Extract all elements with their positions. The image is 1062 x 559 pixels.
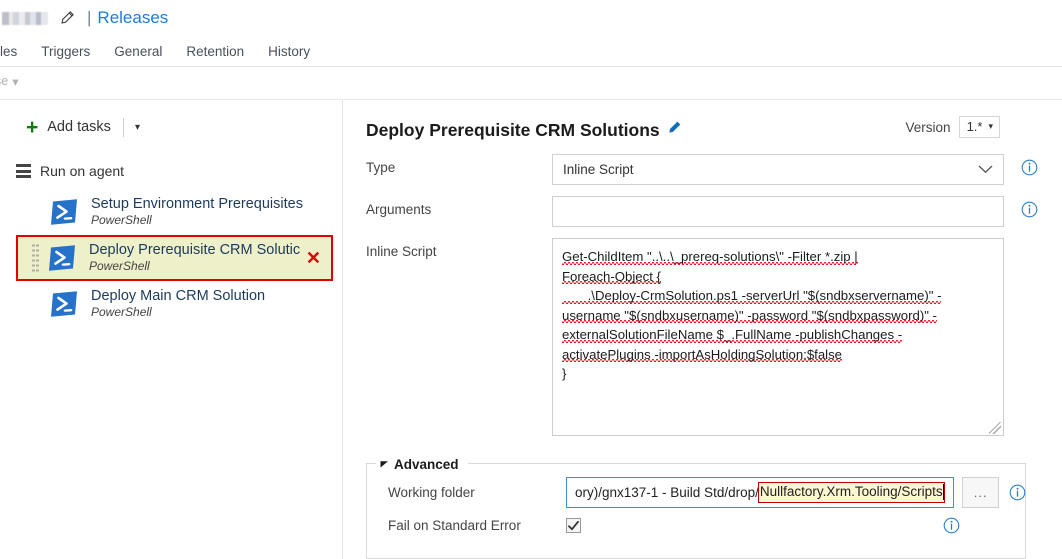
remove-task-icon[interactable]: ✕ [306,249,321,267]
arguments-label: Arguments [366,202,432,217]
plus-icon[interactable]: + [26,117,38,138]
field-row-type: Type Inline Script [366,154,1062,185]
advanced-body: Working folder ory)/gnx137-1 - Build Std… [366,477,1026,543]
tab-history[interactable]: History [268,44,310,59]
script-line: activatePlugins -importAsHoldingSolution… [562,346,843,362]
top-header: | Releases [0,0,1062,36]
resize-handle[interactable] [989,422,1001,434]
advanced-section: Advanced Working folder ory)/gnx137-1 - … [366,455,1026,559]
chevron-down-icon [978,162,993,177]
pencil-icon[interactable] [59,10,75,26]
environment-selector-label[interactable]: se [0,74,8,88]
triangle-collapse-icon [380,455,389,473]
advanced-border-right [468,463,1026,464]
script-line: externalSolutionFileName $_.FullName -pu… [562,327,903,342]
script-line: username "$(sndbxusername)" -password "$… [562,307,937,323]
advanced-border-left [366,463,376,464]
redacted-definition-title [2,11,48,25]
chevron-down-icon[interactable]: ▾ [12,74,18,89]
script-line: Get-ChildItem "..\..\_prereq-solutions\"… [562,249,858,264]
inline-script-label: Inline Script [366,244,437,259]
working-folder-label: Working folder [388,485,475,500]
header-separator: | [87,8,92,27]
tab-bar-divider [0,66,1062,67]
tab-triggers[interactable]: Triggers [41,44,90,59]
powershell-icon [48,196,80,228]
arguments-control [552,196,1038,227]
phase-label: Run on agent [40,163,125,179]
server-icon [16,164,31,178]
task-item-name: Deploy Prerequisite CRM Solutic [89,241,301,258]
version-selector: Version 1.* ▾ [906,116,1000,138]
task-item-setup-environment-prerequisites[interactable]: Setup Environment Prerequisites PowerShe… [16,189,334,235]
working-folder-prefix-text: ory)/gnx137-1 - Build Std/drop/ [575,485,759,500]
arguments-input[interactable] [552,196,1004,227]
type-control: Inline Script [552,154,1038,185]
task-item-text: Deploy Prerequisite CRM Solutic PowerShe… [89,242,300,275]
info-icon[interactable] [943,517,960,534]
tab-retention[interactable]: Retention [186,44,244,59]
field-row-arguments: Arguments [366,196,1062,227]
powershell-icon [46,242,78,274]
task-item-text: Deploy Main CRM Solution PowerShell [91,288,265,321]
version-label: Version [905,119,951,135]
tab-bar: iables Triggers General Retention Histor… [0,36,1062,66]
powershell-icon [48,288,80,320]
info-icon[interactable] [1021,159,1038,176]
browse-button[interactable]: ... [962,477,999,508]
chevron-down-icon: ▾ [988,121,993,131]
task-detail-header: Deploy Prerequisite CRM Solutions Versio… [344,100,1062,144]
working-folder-highlight-text: Nullfactory.Xrm.Tooling/Scripts [759,483,943,499]
task-list-panel: + Add tasks ▾ Run on agent Setup Environ… [0,100,343,559]
tab-variables[interactable]: iables [0,44,17,59]
version-dropdown[interactable]: 1.* ▾ [958,116,1000,138]
add-tasks-toolbar: + Add tasks ▾ [0,109,342,145]
field-row-working-folder: Working folder ory)/gnx137-1 - Build Std… [366,477,1026,508]
type-label: Type [366,160,396,175]
field-row-fail-on-standard-error: Fail on Standard Error [366,517,1026,534]
working-folder-highlight: Nullfactory.Xrm.Tooling/Scripts [757,481,945,504]
task-list: Setup Environment Prerequisites PowerShe… [0,189,342,327]
chevron-down-icon[interactable]: ▾ [135,122,140,133]
task-item-deploy-main-crm-solution[interactable]: Deploy Main CRM Solution PowerShell [16,281,334,327]
info-icon[interactable] [1021,201,1038,218]
task-item-subtitle: PowerShell [91,212,152,227]
script-line: Foreach-Object { [562,268,661,284]
version-value: 1.* [966,119,983,134]
releases-link[interactable]: Releases [97,8,168,28]
task-item-deploy-prerequisite-crm-solution[interactable]: Deploy Prerequisite CRM Solutic PowerShe… [16,235,333,281]
phase-run-on-agent[interactable]: Run on agent [0,159,342,183]
task-item-subtitle: PowerShell [89,258,150,273]
fail-on-standard-error-label: Fail on Standard Error [388,518,521,533]
advanced-toggle[interactable]: Advanced [376,455,463,473]
advanced-label: Advanced [394,456,459,472]
inline-script-control: Get-ChildItem "..\..\_prereq-solutions\"… [552,238,1004,436]
inline-script-textarea[interactable]: Get-ChildItem "..\..\_prereq-solutions\"… [552,238,1004,436]
working-folder-input[interactable]: ory)/gnx137-1 - Build Std/drop/Nullfacto… [566,477,955,508]
script-line: .\Deploy-CrmSolution.ps1 -serverUrl "$(s… [562,288,942,303]
task-item-text: Setup Environment Prerequisites PowerShe… [91,196,303,229]
pencil-icon[interactable] [666,120,682,136]
field-row-inline-script: Inline Script Get-ChildItem "..\..\_prer… [366,238,1062,436]
drag-handle[interactable] [32,243,40,273]
type-value: Inline Script [563,162,634,177]
release-definition-tasks-page: | Releases iables Triggers General Reten… [0,0,1062,559]
add-tasks-button[interactable]: Add tasks [47,119,111,135]
task-detail-form: Type Inline Script Arguments Inline Scri… [344,144,1062,436]
text-cursor [942,484,944,501]
environment-selector-row: se ▾ [0,68,1062,94]
toolbar-divider [122,117,124,137]
fail-on-standard-error-checkbox[interactable] [566,518,581,533]
task-item-name: Setup Environment Prerequisites [91,195,303,212]
page-title: Deploy Prerequisite CRM Solutions [366,120,660,140]
type-dropdown[interactable]: Inline Script [552,154,1004,185]
tab-general[interactable]: General [114,44,162,59]
task-item-name: Deploy Main CRM Solution [91,287,266,304]
script-line: } [562,366,567,381]
task-item-subtitle: PowerShell [91,304,152,319]
info-icon[interactable] [1009,484,1026,501]
